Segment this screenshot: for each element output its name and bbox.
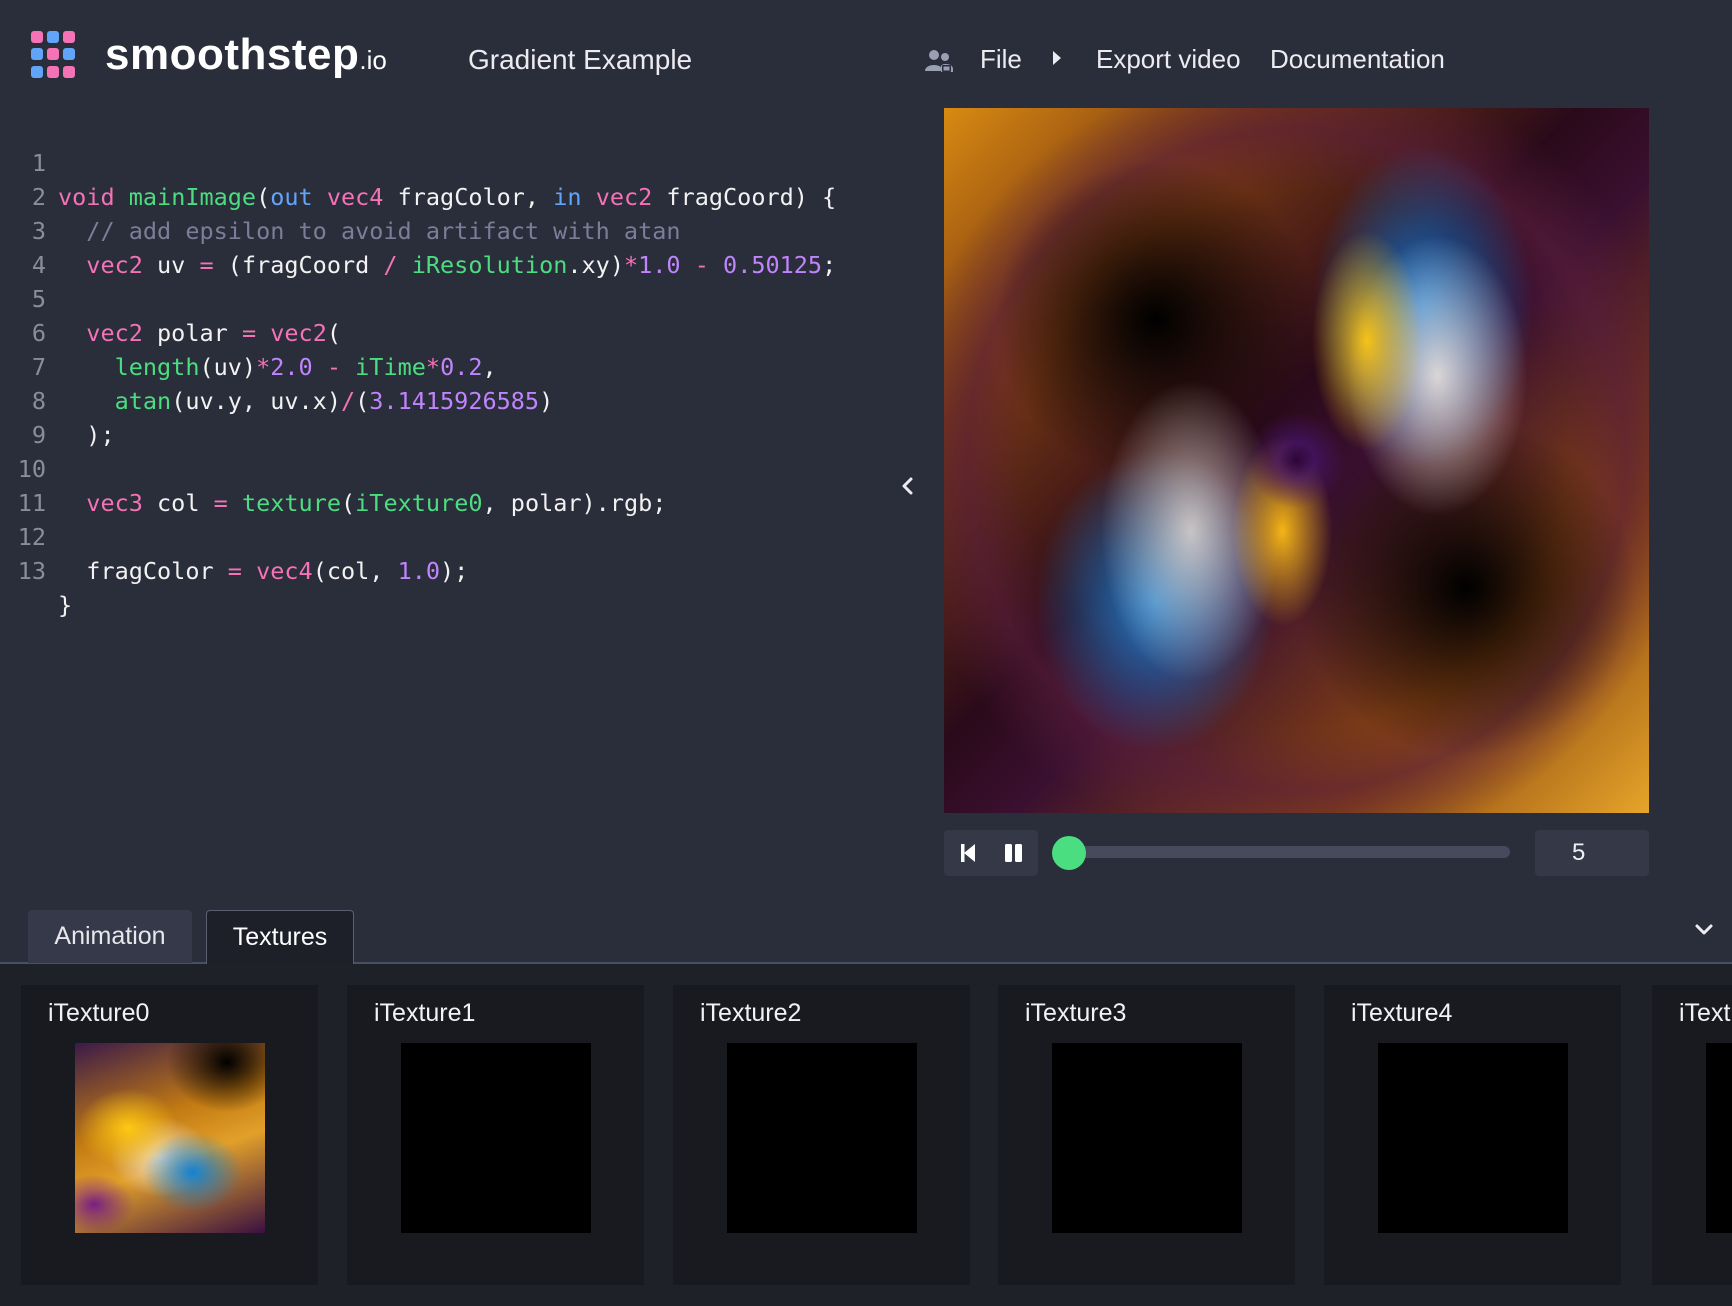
logo-dot [31,48,43,61]
chevron-left-icon[interactable] [898,476,918,496]
texture-thumbnail [401,1043,591,1233]
texture-slot-1[interactable]: iTexture1 [347,985,644,1285]
code-line[interactable]: 10 vec3 col = texture(iTexture0, polar).… [0,418,900,517]
logo-dot [63,31,75,43]
logo-dot [31,65,43,78]
speed-input[interactable]: 5 [1535,830,1649,876]
chevron-down-icon[interactable] [1694,922,1714,938]
menu-file[interactable]: File [980,44,1022,75]
code-line[interactable]: 13 } [0,520,900,619]
code-line[interactable]: 1 void mainImage(out vec4 fragColor, in … [0,112,900,211]
code-line[interactable]: 11 [0,452,900,517]
texture-label: iTexture0 [48,999,150,1027]
logo-dot [47,31,59,43]
brand-name: smoothstep [105,30,360,79]
code-line[interactable]: 2 // add epsilon to avoid artifact with … [0,146,900,245]
logo-dot [47,65,59,78]
texture-slot-0[interactable]: iTexture0 [21,985,318,1285]
users-icon[interactable] [924,48,954,74]
brand-logo[interactable]: smoothstep.io [105,30,387,80]
logo-dot [31,31,43,43]
texture-slot-5[interactable]: iTexture5 [1652,985,1732,1285]
playback-buttons [944,830,1038,876]
tab-animation[interactable]: Animation [28,910,192,963]
top-bar: smoothstep.io Gradient Example File Expo… [0,0,1732,110]
texture-slot-3[interactable]: iTexture3 [998,985,1295,1285]
texture-label: iTexture4 [1351,999,1453,1027]
brand-tld: .io [359,45,387,75]
shader-preview-canvas[interactable] [944,108,1649,813]
texture-label: iTexture5 [1679,999,1732,1027]
texture-thumbnail [1052,1043,1242,1233]
restart-button[interactable] [944,830,991,876]
pause-icon [1005,844,1022,862]
timeline-thumb[interactable] [1052,836,1086,870]
texture-thumbnail [727,1043,917,1233]
logo-grid-icon[interactable] [31,31,79,79]
code-line[interactable]: 9 [0,384,900,449]
menu-export-video[interactable]: Export video [1096,44,1241,75]
caret-right-icon[interactable] [1052,50,1062,66]
code-editor[interactable]: 1 void mainImage(out vec4 fragColor, in … [0,112,900,832]
code-text: fragColor = vec4(col, 1.0); [58,557,469,585]
skip-back-icon [961,844,975,862]
code-line[interactable]: 5 vec2 polar = vec2( [0,248,900,347]
code-line[interactable]: 6 length(uv)*2.0 - iTime*0.2, [0,282,900,381]
texture-label: iTexture3 [1025,999,1127,1027]
texture-thumbnail [1706,1043,1732,1233]
logo-dot [47,48,59,61]
code-text: } [58,591,73,619]
code-line[interactable]: 7 atan(uv.y, uv.x)/(3.1415926585) [0,316,900,415]
texture-slot-4[interactable]: iTexture4 [1324,985,1621,1285]
pause-button[interactable] [991,830,1038,876]
texture-thumbnail [1378,1043,1568,1233]
texture-label: iTexture2 [700,999,802,1027]
line-number: 13 [17,557,46,585]
timeline-track[interactable] [1068,846,1510,858]
menu-documentation[interactable]: Documentation [1270,44,1445,75]
texture-thumbnail [75,1043,265,1233]
code-line[interactable]: 8 ); [0,350,900,449]
texture-label: iTexture1 [374,999,476,1027]
code-line[interactable]: 4 [0,214,900,279]
logo-dot [63,65,75,78]
code-line[interactable]: 3 vec2 uv = (fragCoord / iResolution.xy)… [0,180,900,279]
app-root: smoothstep.io Gradient Example File Expo… [0,0,1732,1306]
document-title[interactable]: Gradient Example [468,44,692,76]
code-line[interactable]: 12 fragColor = vec4(col, 1.0); [0,486,900,585]
texture-slot-2[interactable]: iTexture2 [673,985,970,1285]
tab-textures[interactable]: Textures [206,910,354,964]
logo-dot [63,48,75,61]
